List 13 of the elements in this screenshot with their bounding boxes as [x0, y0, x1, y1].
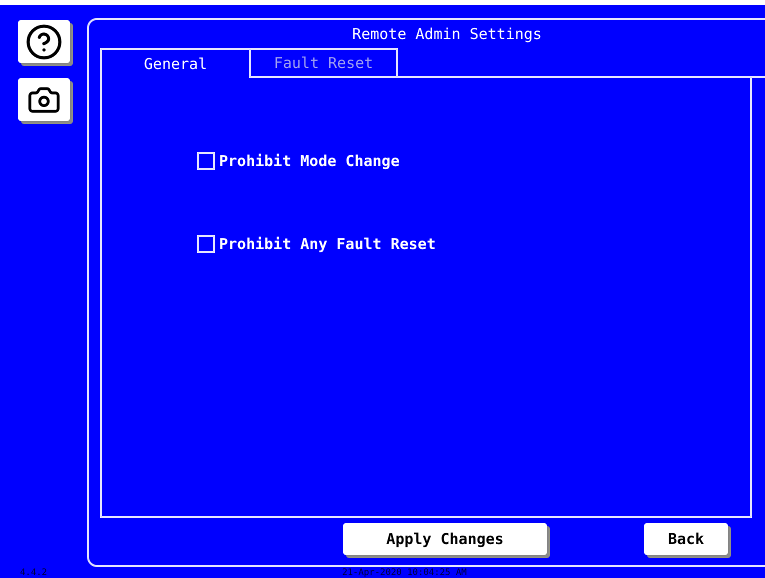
help-button[interactable]	[18, 20, 70, 63]
apply-changes-button[interactable]: Apply Changes	[343, 523, 547, 555]
version-text: 4.4.2	[20, 569, 48, 578]
checkbox-label: Prohibit Mode Change	[219, 151, 400, 172]
window-title: Remote Admin Settings	[351, 25, 542, 43]
back-button[interactable]: Back	[644, 523, 728, 555]
checkbox[interactable]	[197, 234, 215, 253]
help-icon	[25, 22, 63, 60]
checkbox-label: Prohibit Any Fault Reset	[219, 234, 436, 254]
checkbox[interactable]	[197, 152, 215, 170]
tab[interactable]: General	[100, 48, 249, 78]
date-time-text: 21-Apr-2020 10:04:25 AM	[342, 569, 467, 578]
camera-button[interactable]	[18, 78, 70, 121]
